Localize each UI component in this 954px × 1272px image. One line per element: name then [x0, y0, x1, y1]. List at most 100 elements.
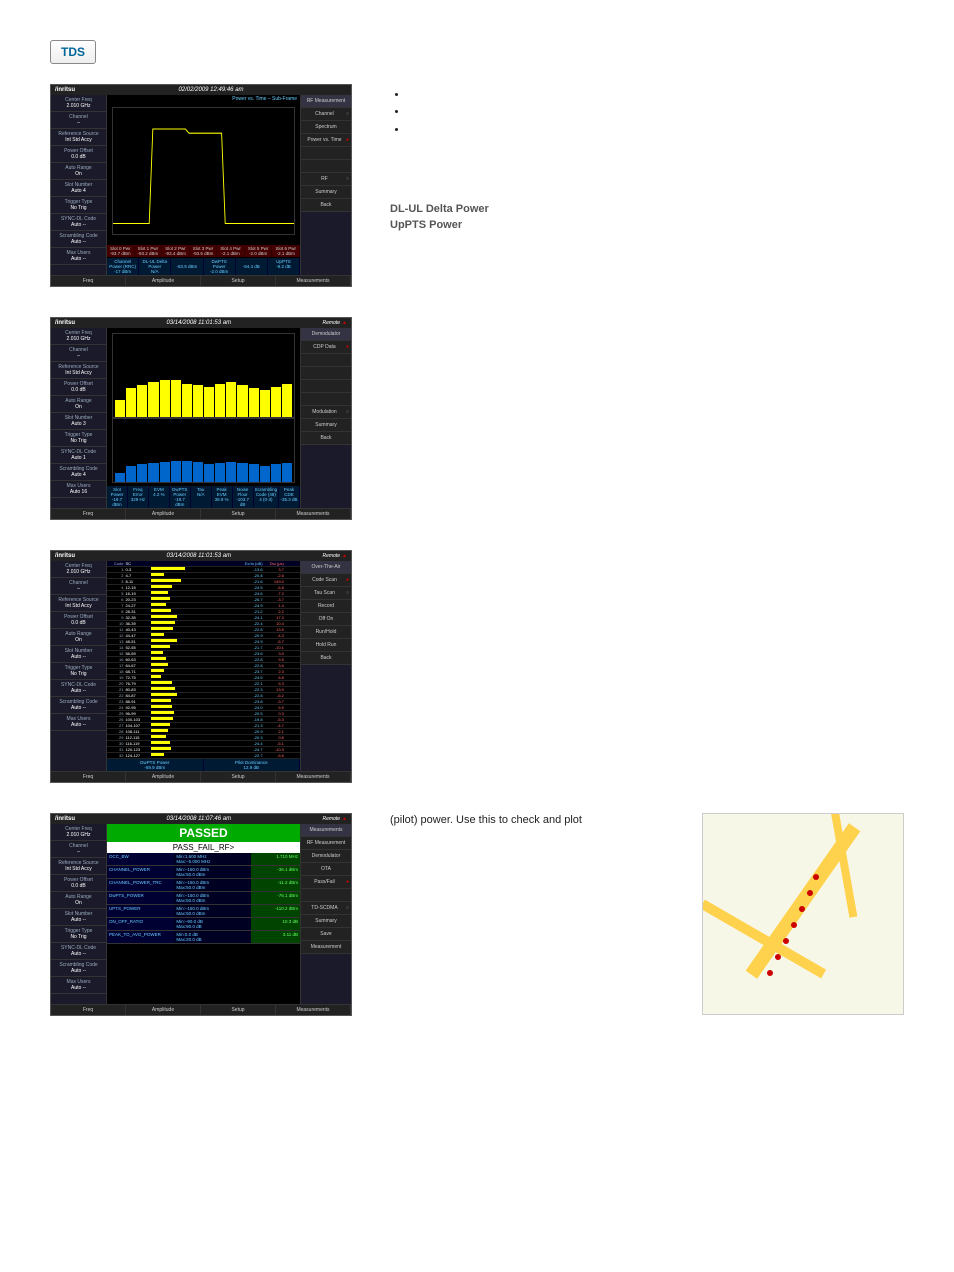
side-param: Max UsersAuto -- [51, 977, 106, 994]
slot-cell: Slot 1 Pwr-93.2 dBm [135, 245, 163, 257]
tds-logo: TDS [50, 40, 96, 64]
menu-button[interactable]: Summary [301, 419, 351, 432]
menu-button[interactable]: Summary [301, 186, 351, 199]
bottom-tab[interactable]: Measurements [276, 1005, 351, 1015]
menu-button[interactable]: Pass/Fail● [301, 876, 351, 889]
bottom-tab[interactable]: Setup [201, 1005, 276, 1015]
menu-button[interactable]: Spectrum [301, 121, 351, 134]
side-param: Auto RangeOn [51, 396, 106, 413]
cdp-bar [115, 400, 125, 417]
bottom-tab[interactable]: Setup [201, 276, 276, 286]
menu-button[interactable] [301, 380, 351, 393]
menu-button[interactable] [301, 393, 351, 406]
bottom-tab[interactable]: Freq [51, 276, 126, 286]
side-param: Trigger TypeNo Trig [51, 926, 106, 943]
cdp-bar [160, 380, 170, 417]
menu-button[interactable]: Power vs. Time● [301, 134, 351, 147]
bottom-tab[interactable]: Amplitude [126, 772, 201, 782]
menu-button[interactable]: Over-The-Air [301, 561, 351, 574]
brand: /inritsu [55, 320, 75, 326]
menu-button[interactable]: OTA [301, 863, 351, 876]
screenshot-passfail: /inritsu03/14/2008 11:07:46 amRemote Cen… [50, 813, 352, 1016]
menu-button[interactable]: Back [301, 432, 351, 445]
side-param: Scrambling CodeAuto -- [51, 231, 106, 248]
side-param: SYNC-DL CodeAuto -- [51, 214, 106, 231]
bottom-tab[interactable]: Setup [201, 509, 276, 519]
menu-button[interactable]: Measurement [301, 941, 351, 954]
slot-cell: Slot 2 Pwr-93.4 dBm [162, 245, 190, 257]
menu-button[interactable] [301, 147, 351, 160]
bottom-tab[interactable]: Measurements [276, 276, 351, 286]
screenshot-power-vs-time: /inritsu02/02/2009 12:49:46 am Center Fr… [50, 84, 352, 287]
menu-button[interactable]: RF Measurement [301, 95, 351, 108]
menu-button[interactable]: Tau Scan○ [301, 587, 351, 600]
cdp-bar [260, 390, 270, 417]
side-param: Slot NumberAuto -- [51, 909, 106, 926]
cdp-bar [171, 461, 181, 482]
bottom-tab[interactable]: Amplitude [126, 276, 201, 286]
side-param: Center Freq2.010 GHz [51, 328, 106, 345]
cdp-bar [148, 382, 158, 417]
pf-row: PEAK_TO_AVG_POWERMin:0.0 dBMax:20.0 dB3.… [107, 931, 300, 944]
timestamp: 03/14/2008 11:07:46 am [166, 816, 231, 822]
bottom-tab[interactable]: Freq [51, 509, 126, 519]
menu-button[interactable] [301, 889, 351, 902]
menu-button[interactable]: Demodulator [301, 850, 351, 863]
menu-button[interactable]: Summary [301, 915, 351, 928]
brand: /inritsu [55, 87, 75, 93]
menu-button[interactable] [301, 160, 351, 173]
menu-button[interactable] [301, 354, 351, 367]
sum-cell: -94.4 dB [236, 258, 268, 275]
side-param: Channel-- [51, 841, 106, 858]
menu-button[interactable]: Hold Run [301, 639, 351, 652]
menu-button[interactable]: RF○ [301, 173, 351, 186]
menu-button[interactable]: Off On [301, 613, 351, 626]
side-param: Auto RangeOn [51, 892, 106, 909]
bottom-tab[interactable]: Setup [201, 772, 276, 782]
pf-title: PASS_FAIL_RF> [107, 842, 300, 853]
bottom-tab[interactable]: Amplitude [126, 1005, 201, 1015]
side-param: Reference SourceInt Std Accy [51, 129, 106, 146]
side-param: Slot NumberAuto 4 [51, 180, 106, 197]
side-param: Scrambling CodeAuto 4 [51, 464, 106, 481]
bottom-tab[interactable]: Freq [51, 772, 126, 782]
menu-button[interactable]: TD-SCDMA○ [301, 902, 351, 915]
menu-button[interactable]: Record [301, 600, 351, 613]
slot-cell: Slot 6 Pwr-2.1 dBm [272, 245, 300, 257]
side-param: Reference SourceInt Std Accy [51, 362, 106, 379]
bottom-tab[interactable]: Amplitude [126, 509, 201, 519]
bullet-list [390, 88, 904, 138]
side-param: Scrambling CodeAuto -- [51, 960, 106, 977]
menu-button[interactable]: CDP Data● [301, 341, 351, 354]
menu-button[interactable]: Modulation○ [301, 406, 351, 419]
sum-cell: DwPTS Power-59.9 dBm [107, 759, 204, 771]
side-param: Reference SourceInt Std Accy [51, 595, 106, 612]
bullet [408, 88, 904, 103]
side-param: Center Freq2.010 GHz [51, 95, 106, 112]
cdp-bar [171, 380, 181, 417]
menu-button[interactable]: Code Scan● [301, 574, 351, 587]
cdp-bar [237, 385, 247, 417]
menu-button[interactable]: Back [301, 199, 351, 212]
menu-button[interactable]: Back [301, 652, 351, 665]
cdp-bar [193, 385, 203, 417]
sum-cell: DwPTS Power-19.7 dBm [170, 486, 191, 508]
bullet [408, 105, 904, 120]
menu-button[interactable]: Run/Hold [301, 626, 351, 639]
bullet [408, 123, 904, 138]
menu-button[interactable]: RF Measurement [301, 837, 351, 850]
bottom-tab[interactable]: Freq [51, 1005, 126, 1015]
side-param: Slot NumberAuto 3 [51, 413, 106, 430]
bottom-tab[interactable]: Measurements [276, 772, 351, 782]
menu-button[interactable]: Channel○ [301, 108, 351, 121]
menu-button[interactable]: Measurements [301, 824, 351, 837]
cdp-bar [137, 464, 147, 482]
bottom-tab[interactable]: Measurements [276, 509, 351, 519]
pf-row: CHANNEL_POWERMin:–150.0 dBmMax:50.0 dBm-… [107, 866, 300, 879]
sum-cell: -63.9 dBm [171, 258, 203, 275]
menu-button[interactable]: Demodulator [301, 328, 351, 341]
menu-button[interactable]: Save [301, 928, 351, 941]
side-param: Auto RangeOn [51, 629, 106, 646]
menu-button[interactable] [301, 367, 351, 380]
timestamp: 03/14/2008 11:01:53 am [166, 320, 231, 326]
